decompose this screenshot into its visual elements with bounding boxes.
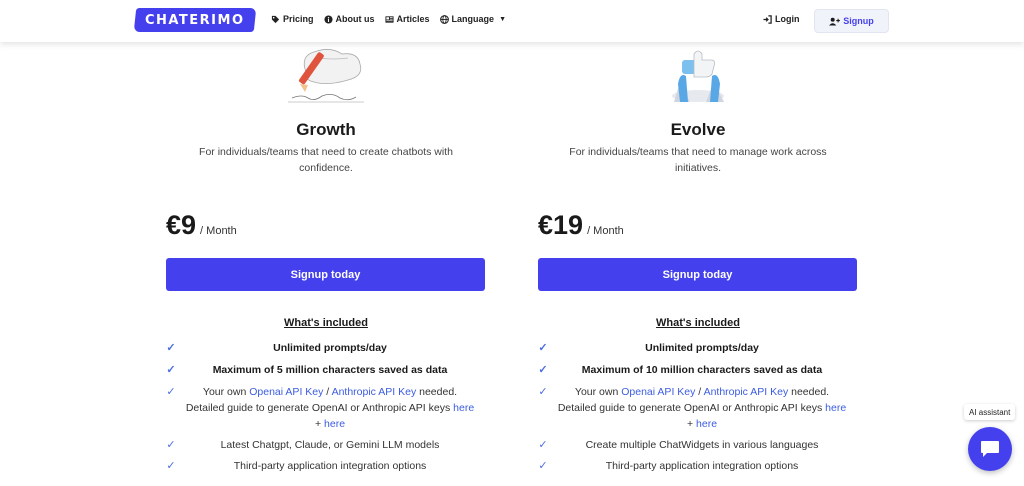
feature-item: ✓ Your own Openai API Key / Anthropic AP… bbox=[538, 384, 858, 432]
check-icon: ✓ bbox=[166, 386, 176, 398]
globe-icon bbox=[439, 14, 449, 24]
top-navbar: CHATERIMO Pricing About us Articles Lang… bbox=[0, 0, 1024, 42]
user-plus-icon bbox=[829, 17, 841, 26]
plan-price: €19 / Month bbox=[538, 210, 624, 241]
feature-item: ✓ Latest Chatgpt, Claude, or Gemini LLM … bbox=[166, 437, 486, 453]
nav-about-label: About us bbox=[335, 14, 375, 24]
anthropic-api-key-link[interactable]: Anthropic API Key bbox=[704, 386, 789, 398]
feature-item: ✓ Unlimited prompts/day bbox=[166, 340, 486, 356]
newspaper-icon bbox=[384, 15, 394, 23]
logo-text: CHATERIMO bbox=[145, 12, 245, 28]
ai-assistant-label: AI assistant bbox=[964, 404, 1016, 420]
plan-name: Growth bbox=[296, 120, 356, 139]
nav-language-label: Language bbox=[451, 14, 495, 24]
nav-links: Pricing About us Articles Language ▼ bbox=[271, 14, 506, 24]
check-icon: ✓ bbox=[166, 439, 176, 451]
feature-text-part: + bbox=[314, 418, 325, 430]
price-amount: €9 bbox=[166, 210, 197, 240]
check-icon: ✓ bbox=[166, 364, 176, 376]
signup-today-button[interactable]: Signup today bbox=[538, 258, 857, 291]
feature-text-part: Your own bbox=[574, 386, 622, 398]
signup-today-button[interactable]: Signup today bbox=[166, 258, 485, 291]
feature-text: Latest Chatgpt, Claude, or Gemini LLM mo… bbox=[220, 439, 440, 451]
login-label: Login bbox=[775, 14, 800, 24]
thumbs-up-illustration bbox=[672, 50, 724, 102]
plan-price: €9 / Month bbox=[166, 210, 237, 241]
feature-text: Your own Openai API Key / Anthropic API … bbox=[166, 384, 486, 432]
info-icon bbox=[323, 14, 333, 24]
nav-pricing[interactable]: Pricing bbox=[271, 14, 314, 24]
guide-link-anthropic[interactable]: here bbox=[696, 418, 717, 430]
price-amount: €19 bbox=[538, 210, 584, 240]
feature-item: ✓ Unlimited prompts/day bbox=[538, 340, 858, 356]
price-period: / Month bbox=[200, 225, 237, 237]
guide-link-anthropic[interactable]: here bbox=[324, 418, 345, 430]
feature-item: ✓ Maximum of 5 million characters saved … bbox=[166, 362, 486, 378]
openai-api-key-link[interactable]: Openai API Key bbox=[621, 386, 695, 398]
signup-nav-button[interactable]: Signup bbox=[814, 9, 889, 33]
check-icon: ✓ bbox=[166, 342, 176, 354]
nav-articles[interactable]: Articles bbox=[384, 14, 430, 24]
feature-text: Unlimited prompts/day bbox=[273, 342, 387, 354]
feature-item: ✓ Third-party application integration op… bbox=[166, 458, 486, 474]
plan-name: Evolve bbox=[670, 120, 726, 139]
feature-text-part: + bbox=[686, 418, 697, 430]
guide-link-openai[interactable]: here bbox=[453, 402, 474, 414]
whats-included-heading: What's included bbox=[284, 317, 368, 329]
check-icon: ✓ bbox=[166, 460, 176, 472]
check-icon: ✓ bbox=[538, 386, 548, 398]
check-icon: ✓ bbox=[538, 342, 548, 354]
chaterimo-logo[interactable]: CHATERIMO bbox=[133, 8, 257, 32]
check-icon: ✓ bbox=[538, 460, 548, 472]
openai-api-key-link[interactable]: Openai API Key bbox=[249, 386, 323, 398]
feature-text: Third-party application integration opti… bbox=[605, 460, 799, 472]
pencil-drawing-illustration bbox=[288, 49, 364, 103]
check-icon: ✓ bbox=[538, 439, 548, 451]
feature-item: ✓ Your own Openai API Key / Anthropic AP… bbox=[166, 384, 486, 432]
check-icon: ✓ bbox=[538, 364, 548, 376]
whats-included-heading: What's included bbox=[656, 317, 740, 329]
feature-text: Unlimited prompts/day bbox=[645, 342, 759, 354]
tag-icon bbox=[271, 15, 280, 23]
feature-text: Maximum of 5 million characters saved as… bbox=[212, 364, 448, 376]
ai-assistant-button[interactable] bbox=[968, 427, 1012, 471]
sign-in-icon bbox=[763, 14, 772, 24]
chat-bubble-icon bbox=[981, 441, 999, 457]
chevron-down-icon: ▼ bbox=[499, 15, 506, 23]
feature-item: ✓ Create multiple ChatWidgets in various… bbox=[538, 437, 858, 453]
feature-text-part: / bbox=[695, 386, 704, 398]
nav-articles-label: Articles bbox=[396, 14, 430, 24]
plan-description: For individuals/teams that need to manag… bbox=[569, 146, 827, 174]
nav-about[interactable]: About us bbox=[323, 14, 375, 24]
feature-item: ✓ Third-party application integration op… bbox=[538, 458, 858, 474]
feature-text: Create multiple ChatWidgets in various l… bbox=[585, 439, 819, 451]
feature-text: Maximum of 10 million characters saved a… bbox=[581, 364, 823, 376]
login-link[interactable]: Login bbox=[763, 14, 800, 24]
nav-pricing-label: Pricing bbox=[283, 14, 314, 24]
nav-language-dropdown[interactable]: Language ▼ bbox=[439, 14, 506, 24]
feature-text-part: / bbox=[323, 386, 332, 398]
plan-description: For individuals/teams that need to creat… bbox=[199, 146, 453, 174]
feature-text: Third-party application integration opti… bbox=[233, 460, 427, 472]
feature-text-part: Your own bbox=[202, 386, 250, 398]
feature-item: ✓ Maximum of 10 million characters saved… bbox=[538, 362, 858, 378]
anthropic-api-key-link[interactable]: Anthropic API Key bbox=[332, 386, 417, 398]
feature-list: ✓ Unlimited prompts/day ✓ Maximum of 10 … bbox=[538, 340, 858, 474]
feature-text: Your own Openai API Key / Anthropic API … bbox=[538, 384, 858, 432]
price-period: / Month bbox=[587, 225, 624, 237]
signup-nav-label: Signup bbox=[843, 16, 874, 26]
feature-list: ✓ Unlimited prompts/day ✓ Maximum of 5 m… bbox=[166, 340, 486, 474]
guide-link-openai[interactable]: here bbox=[825, 402, 846, 414]
